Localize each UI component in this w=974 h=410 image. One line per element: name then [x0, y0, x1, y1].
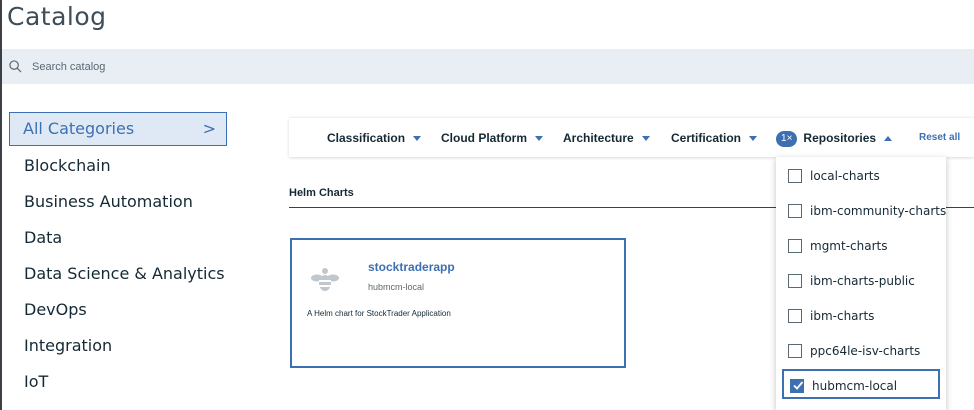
filter-bar: Classification Cloud Platform Architectu…	[289, 117, 974, 157]
repo-option-label: mgmt-charts	[810, 239, 888, 253]
chart-repository: hubmcm-local	[368, 282, 425, 292]
repo-option-label: ibm-charts	[810, 309, 875, 323]
category-data[interactable]: Data	[2, 220, 242, 256]
chart-name: stocktraderapp	[368, 260, 455, 274]
chevron-right-icon: >	[202, 119, 216, 138]
checkbox[interactable]	[788, 274, 802, 288]
category-iot[interactable]: IoT	[2, 364, 242, 400]
category-data-science-analytics[interactable]: Data Science & Analytics	[2, 256, 242, 292]
filter-label: Repositories	[803, 131, 877, 145]
repo-option-label: ppc64le-isv-charts	[810, 344, 921, 358]
category-integration[interactable]: Integration	[2, 328, 242, 364]
repo-option-ibm-community-charts[interactable]: ibm-community-charts	[782, 196, 946, 226]
repo-option-label: ibm-charts-public	[810, 274, 915, 288]
selected-count-badge[interactable]: 1×	[776, 130, 798, 147]
checkmark-icon	[793, 381, 804, 390]
filter-cloud-platform[interactable]: Cloud Platform	[441, 118, 543, 158]
chart-tile[interactable]: stocktraderapp hubmcm-local A Helm chart…	[290, 238, 626, 368]
search-bar[interactable]	[2, 49, 974, 84]
checkbox[interactable]	[788, 169, 802, 183]
section-title: Helm Charts	[289, 187, 354, 199]
header-band	[2, 84, 974, 104]
filter-repositories[interactable]: 1× Repositories	[776, 118, 893, 158]
filter-label: Architecture	[563, 131, 634, 145]
category-business-automation[interactable]: Business Automation	[2, 184, 242, 220]
category-list: All Categories > Blockchain Business Aut…	[2, 112, 242, 400]
checkbox[interactable]	[788, 239, 802, 253]
filter-architecture[interactable]: Architecture	[563, 118, 650, 158]
search-icon	[9, 60, 22, 73]
repo-option-hubmcm-local[interactable]: hubmcm-local	[782, 369, 940, 399]
caret-down-icon	[413, 136, 422, 142]
repo-option-local-charts[interactable]: local-charts	[782, 161, 940, 191]
repo-option-mgmt-charts[interactable]: mgmt-charts	[782, 231, 940, 261]
filter-label: Classification	[327, 131, 406, 145]
checkbox[interactable]	[788, 344, 802, 358]
reset-all-link[interactable]: Reset all	[919, 118, 960, 158]
category-label: All Categories	[23, 119, 135, 138]
filter-classification[interactable]: Classification	[327, 118, 422, 158]
filter-label: Certification	[671, 131, 742, 145]
chart-description: A Helm chart for StockTrader Application	[307, 309, 451, 318]
caret-down-icon	[641, 136, 650, 142]
checkbox-checked[interactable]	[790, 379, 804, 393]
checkbox[interactable]	[788, 204, 802, 218]
category-blockchain[interactable]: Blockchain	[2, 148, 242, 184]
clear-icon: ×	[786, 132, 793, 144]
category-all-categories[interactable]: All Categories >	[9, 112, 227, 146]
caret-down-icon	[535, 136, 543, 142]
helm-bee-icon	[311, 268, 339, 291]
repo-option-ibm-charts-public[interactable]: ibm-charts-public	[782, 266, 940, 296]
caret-up-icon	[884, 136, 893, 142]
filter-label: Cloud Platform	[441, 131, 527, 145]
repo-option-ibm-charts[interactable]: ibm-charts	[782, 301, 940, 331]
repo-option-ppc64le-isv-charts[interactable]: ppc64le-isv-charts	[782, 336, 940, 366]
filter-certification[interactable]: Certification	[671, 118, 758, 158]
repo-option-label: local-charts	[810, 169, 880, 183]
repo-option-label: hubmcm-local	[812, 379, 898, 393]
repo-option-label: ibm-community-charts	[810, 204, 947, 218]
caret-down-icon	[749, 136, 758, 142]
search-input[interactable]	[28, 49, 628, 84]
repositories-dropdown: local-charts ibm-community-charts mgmt-c…	[776, 157, 946, 410]
page-title: Catalog	[7, 2, 107, 31]
category-devops[interactable]: DevOps	[2, 292, 242, 328]
checkbox[interactable]	[788, 309, 802, 323]
